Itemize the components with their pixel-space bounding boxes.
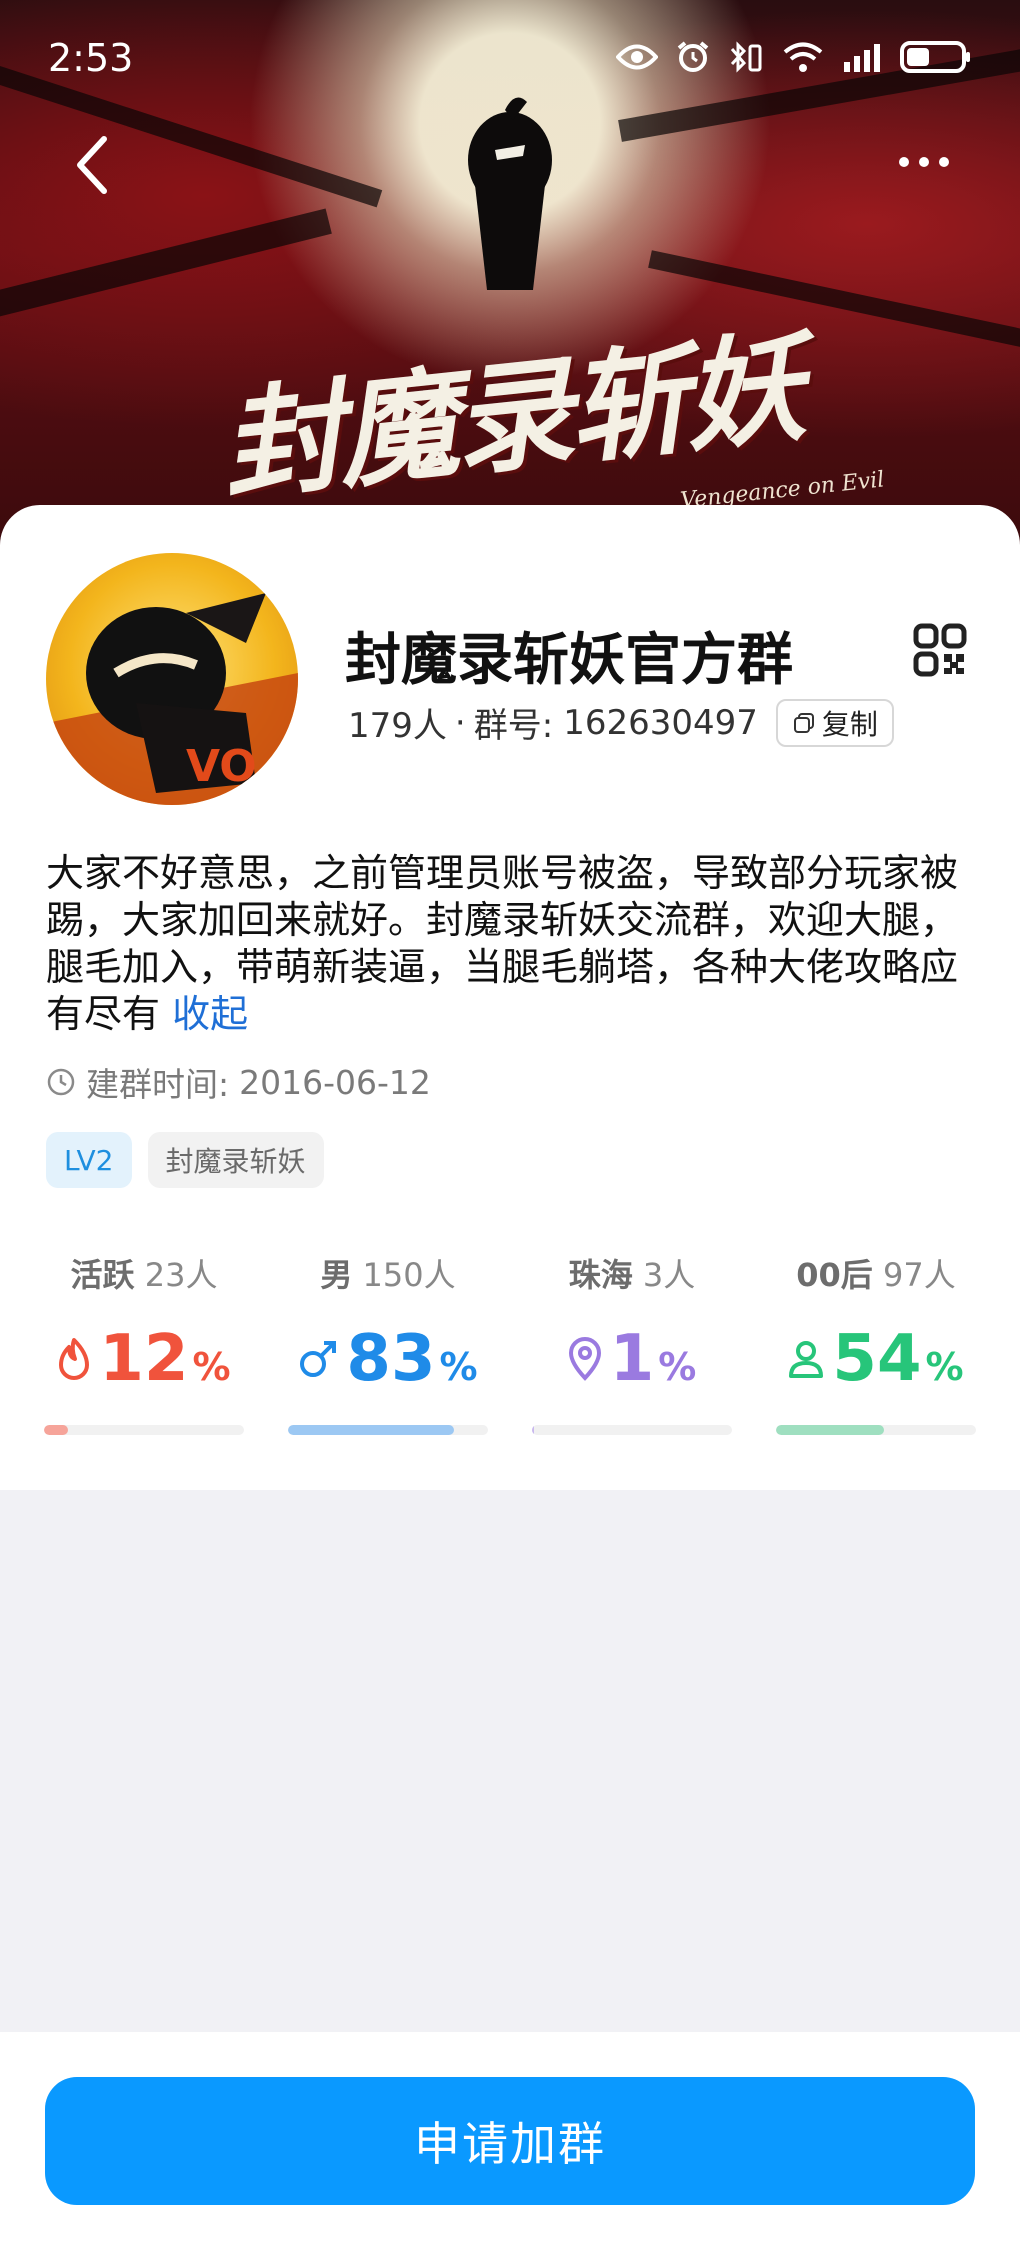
stat-percent: 54: [832, 1322, 922, 1396]
copy-label: 复制: [821, 707, 878, 741]
created-date: 2016-06-12: [239, 1062, 431, 1102]
qr-code-icon: [913, 623, 967, 677]
status-time: 2:53: [48, 36, 134, 80]
stat-unit: %: [658, 1345, 697, 1389]
topic-tag[interactable]: 封魔录斩妖: [147, 1132, 324, 1188]
chevron-left-icon: [77, 136, 107, 194]
collapse-link[interactable]: 收起: [172, 992, 248, 1036]
stat-progress-fill: [44, 1425, 68, 1435]
stat-progress-bar: [44, 1425, 244, 1435]
stat-percent: 83: [346, 1322, 436, 1396]
stat-count: 23人: [144, 1256, 218, 1294]
battery-icon: [900, 40, 972, 74]
group-info-card: VO 封魔录斩妖官方群 179人 · 群号: 162630497 复制 大家不好…: [0, 505, 1020, 1490]
stat-label: 男: [320, 1256, 353, 1294]
status-bar: 2:53: [0, 0, 1020, 120]
stat-age: 00后 97人 54%: [776, 1250, 976, 1435]
group-name: 封魔录斩妖官方群: [345, 628, 793, 693]
stat-progress-bar: [288, 1425, 488, 1435]
person-icon: [788, 1339, 824, 1379]
stat-active: 活跃 23人 12%: [44, 1250, 244, 1435]
group-avatar[interactable]: VO: [46, 553, 298, 805]
signal-icon: [842, 42, 882, 72]
stat-count: 97人: [882, 1256, 956, 1294]
more-dots-icon: [899, 157, 949, 167]
qr-code-button[interactable]: [913, 623, 967, 677]
stat-percent: 12: [99, 1322, 189, 1396]
stat-progress-fill: [776, 1425, 884, 1435]
alarm-icon: [676, 40, 710, 74]
stat-percent: 1: [609, 1322, 655, 1396]
back-button[interactable]: [70, 135, 120, 195]
eye-icon: [616, 42, 658, 72]
more-button[interactable]: [896, 150, 952, 174]
status-icons: [616, 40, 972, 74]
group-description: 大家不好意思，之前管理员账号被盗，导致部分玩家被踢，大家加回来就好。封魔录斩妖交…: [46, 850, 976, 1038]
group-meta: 179人 · 群号: 162630497 复制: [348, 698, 894, 747]
silhouette-figure: [468, 97, 552, 290]
group-tags: LV2 封魔录斩妖: [46, 1132, 324, 1188]
stat-unit: %: [925, 1345, 964, 1389]
stat-progress-fill: [532, 1425, 534, 1435]
stat-unit: %: [192, 1345, 231, 1389]
created-label: 建群时间:: [86, 1065, 230, 1104]
svg-text:VO: VO: [186, 741, 257, 792]
clock-icon: [47, 1068, 75, 1096]
meta-separator: ·: [454, 702, 466, 743]
stat-label: 00后: [796, 1256, 873, 1294]
stat-label: 活跃: [70, 1256, 135, 1294]
copy-icon: [793, 712, 814, 733]
location-pin-icon: [568, 1337, 602, 1381]
fire-icon: [57, 1337, 91, 1381]
stat-unit: %: [439, 1345, 478, 1389]
level-tag: LV2: [46, 1132, 132, 1188]
stat-progress-fill: [288, 1425, 454, 1435]
stat-progress-bar: [776, 1425, 976, 1435]
stat-male: 男 150人 83%: [288, 1250, 488, 1435]
stat-count: 3人: [642, 1256, 696, 1294]
group-id-value: 162630497: [563, 702, 758, 743]
join-group-button[interactable]: 申请加群: [45, 2077, 975, 2205]
stat-label: 珠海: [568, 1256, 633, 1294]
member-stats: 活跃 23人 12% 男 150人 83% 珠海 3人 1 % 00后 97人 …: [0, 1250, 1020, 1450]
copy-id-button[interactable]: 复制: [775, 698, 894, 747]
member-count: 179人: [348, 706, 447, 746]
male-icon: [298, 1338, 338, 1380]
group-id-label: 群号:: [473, 706, 554, 746]
bluetooth-battery-icon: [728, 40, 764, 74]
wifi-icon: [782, 41, 824, 73]
stat-progress-bar: [532, 1425, 732, 1435]
bottom-action-bar: 申请加群: [0, 2032, 1020, 2250]
created-date-row: 建群时间: 2016-06-12: [46, 1058, 431, 1106]
stat-count: 150人: [362, 1256, 456, 1294]
stat-location: 珠海 3人 1%: [532, 1250, 732, 1435]
